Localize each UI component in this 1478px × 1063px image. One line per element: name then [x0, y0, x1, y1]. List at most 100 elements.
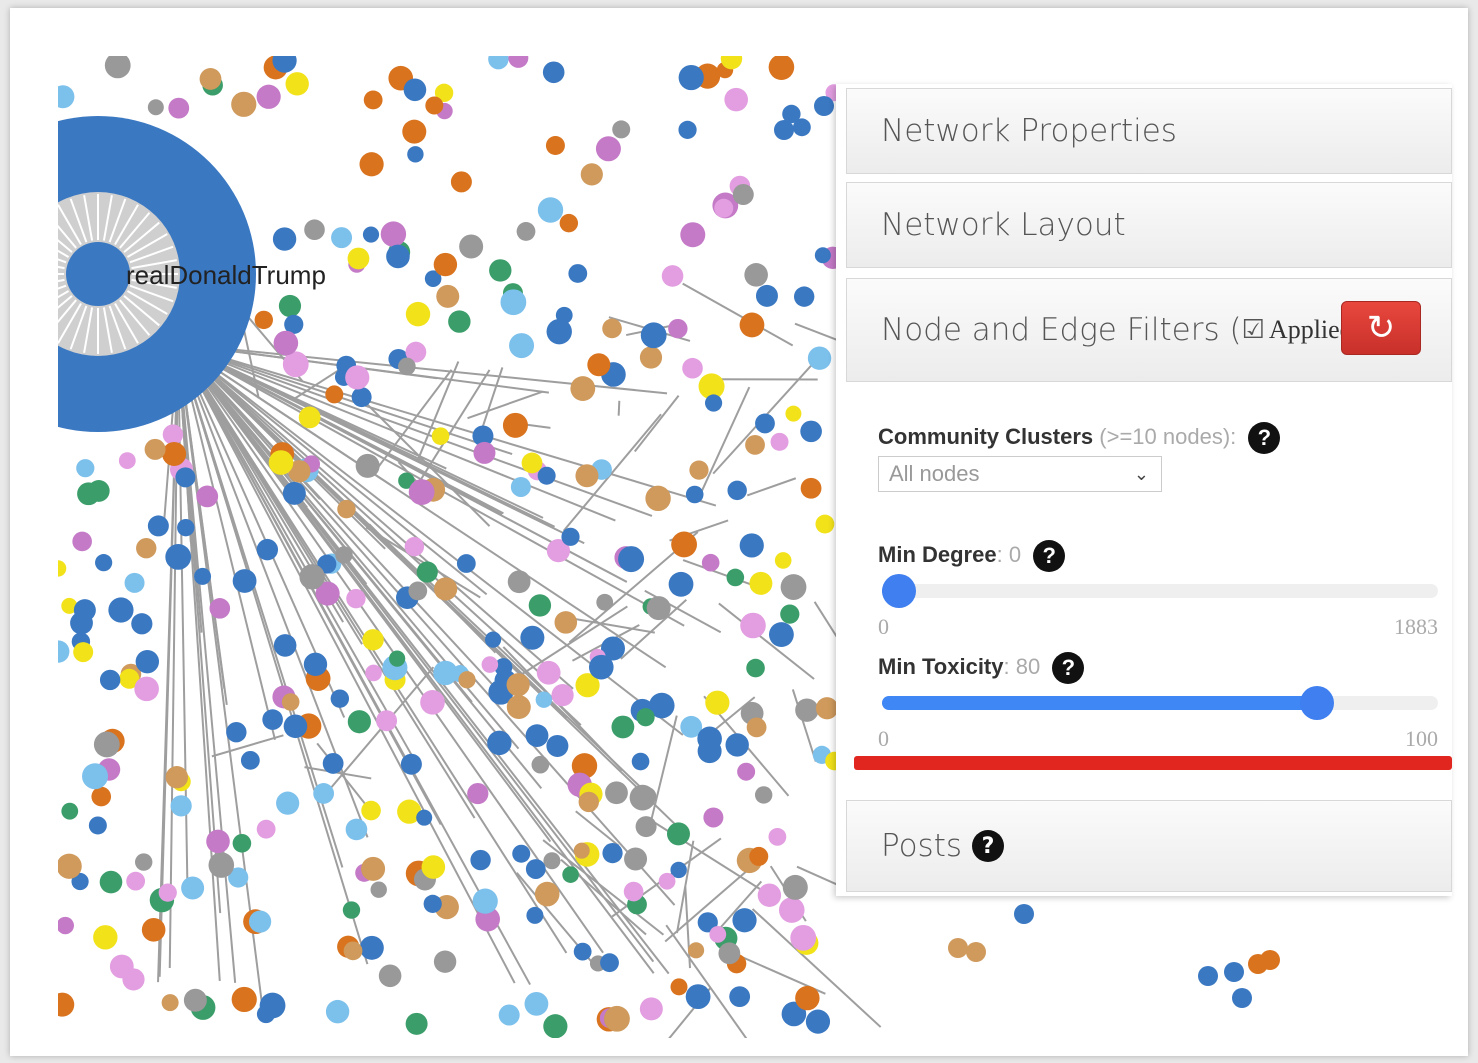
graph-node[interactable] [524, 991, 549, 1016]
graph-node[interactable] [208, 852, 235, 878]
graph-node[interactable] [520, 625, 545, 650]
graph-node[interactable] [795, 985, 820, 1011]
graph-node[interactable] [800, 420, 822, 443]
graph-node[interactable] [661, 265, 684, 287]
graph-node[interactable] [359, 935, 384, 960]
graph-node[interactable] [678, 120, 697, 139]
graph-node[interactable] [682, 357, 703, 379]
graph-node[interactable] [588, 654, 614, 680]
graph-node[interactable] [325, 385, 344, 404]
help-icon[interactable]: ? [1052, 652, 1085, 684]
graph-node[interactable] [403, 78, 427, 102]
graph-node[interactable] [345, 365, 370, 390]
graph-node[interactable] [573, 942, 592, 961]
graph-node[interactable] [602, 843, 623, 864]
graph-node[interactable] [370, 881, 387, 898]
graph-node[interactable] [600, 953, 619, 973]
graph-node[interactable] [359, 152, 384, 177]
graph-node[interactable] [365, 664, 382, 682]
graph-node[interactable] [623, 881, 644, 902]
graph-node[interactable] [134, 676, 159, 702]
graph-node[interactable] [793, 286, 815, 307]
graph-node[interactable] [93, 731, 120, 758]
graph-node[interactable] [815, 514, 835, 534]
graph-node[interactable] [361, 856, 386, 881]
graph-node[interactable] [534, 881, 560, 907]
graph-node[interactable] [580, 163, 603, 186]
graph-node[interactable] [405, 1012, 428, 1035]
graph-node[interactable] [404, 536, 425, 557]
graph-node[interactable] [510, 476, 531, 497]
graph-node[interactable] [458, 671, 476, 689]
reset-filters-button[interactable]: ↻ [1341, 301, 1421, 355]
graph-node[interactable] [99, 870, 123, 894]
graph-node[interactable] [658, 872, 676, 890]
graph-node[interactable] [168, 97, 190, 119]
graph-node[interactable] [420, 690, 445, 715]
graph-node[interactable] [162, 424, 184, 445]
graph-node[interactable] [790, 924, 817, 951]
graph-node[interactable] [754, 786, 773, 804]
graph-node[interactable] [1232, 988, 1252, 1008]
graph-node[interactable] [93, 925, 118, 950]
graph-node[interactable] [745, 434, 765, 455]
graph-node[interactable] [498, 1004, 520, 1026]
graph-node[interactable] [276, 791, 300, 815]
graph-node[interactable] [448, 310, 471, 333]
community-clusters-select[interactable]: All nodes ⌄ [878, 456, 1162, 492]
graph-node[interactable] [546, 734, 569, 757]
graph-node[interactable] [351, 387, 372, 408]
graph-node[interactable] [408, 581, 428, 601]
graph-node[interactable] [273, 330, 299, 356]
graph-node[interactable] [605, 781, 628, 805]
graph-node[interactable] [158, 883, 177, 902]
graph-node[interactable] [502, 412, 528, 438]
graph-node[interactable] [507, 570, 531, 594]
graph-node[interactable] [807, 346, 832, 370]
graph-node[interactable] [739, 533, 764, 558]
graph-node[interactable] [249, 910, 272, 933]
graph-node[interactable] [285, 72, 309, 96]
graph-node[interactable] [416, 809, 433, 826]
graph-node[interactable] [431, 427, 450, 445]
graph-node[interactable] [612, 120, 631, 139]
graph-node[interactable] [805, 1009, 831, 1034]
graph-node[interactable] [481, 656, 499, 673]
graph-node[interactable] [769, 622, 794, 647]
graph-node[interactable] [433, 660, 458, 686]
graph-node[interactable] [671, 531, 697, 558]
graph-node[interactable] [165, 766, 189, 789]
graph-node[interactable] [629, 784, 656, 811]
graph-node[interactable] [231, 986, 257, 1013]
graph-node[interactable] [668, 571, 694, 597]
graph-node[interactable] [814, 96, 834, 116]
graph-node[interactable] [58, 560, 67, 577]
graph-node[interactable] [58, 85, 75, 109]
graph-node[interactable] [361, 800, 381, 821]
graph-node[interactable] [537, 466, 556, 485]
graph-node[interactable] [135, 649, 160, 674]
graph-node[interactable] [724, 87, 748, 112]
graph-node[interactable] [58, 992, 75, 1017]
graph-node[interactable] [433, 950, 457, 973]
graph-node[interactable] [88, 816, 107, 835]
graph-node[interactable] [147, 99, 164, 116]
graph-node[interactable] [774, 552, 792, 569]
graph-node[interactable] [1224, 962, 1244, 982]
graph-node[interactable] [380, 221, 407, 247]
graph-node[interactable] [76, 459, 95, 478]
graph-node[interactable] [436, 284, 460, 308]
help-icon[interactable]: ? [1033, 540, 1066, 572]
graph-node[interactable] [531, 755, 550, 774]
graph-node[interactable] [618, 546, 645, 573]
graph-node[interactable] [416, 561, 438, 583]
graph-node[interactable] [177, 518, 195, 537]
graph-node[interactable] [467, 782, 489, 805]
graph-node[interactable] [602, 318, 622, 339]
graph-node[interactable] [378, 964, 402, 988]
graph-node[interactable] [272, 227, 297, 251]
graph-node[interactable] [726, 568, 745, 587]
graph-node[interactable] [749, 571, 773, 595]
graph-node[interactable] [525, 724, 549, 748]
graph-node[interactable] [744, 263, 768, 287]
